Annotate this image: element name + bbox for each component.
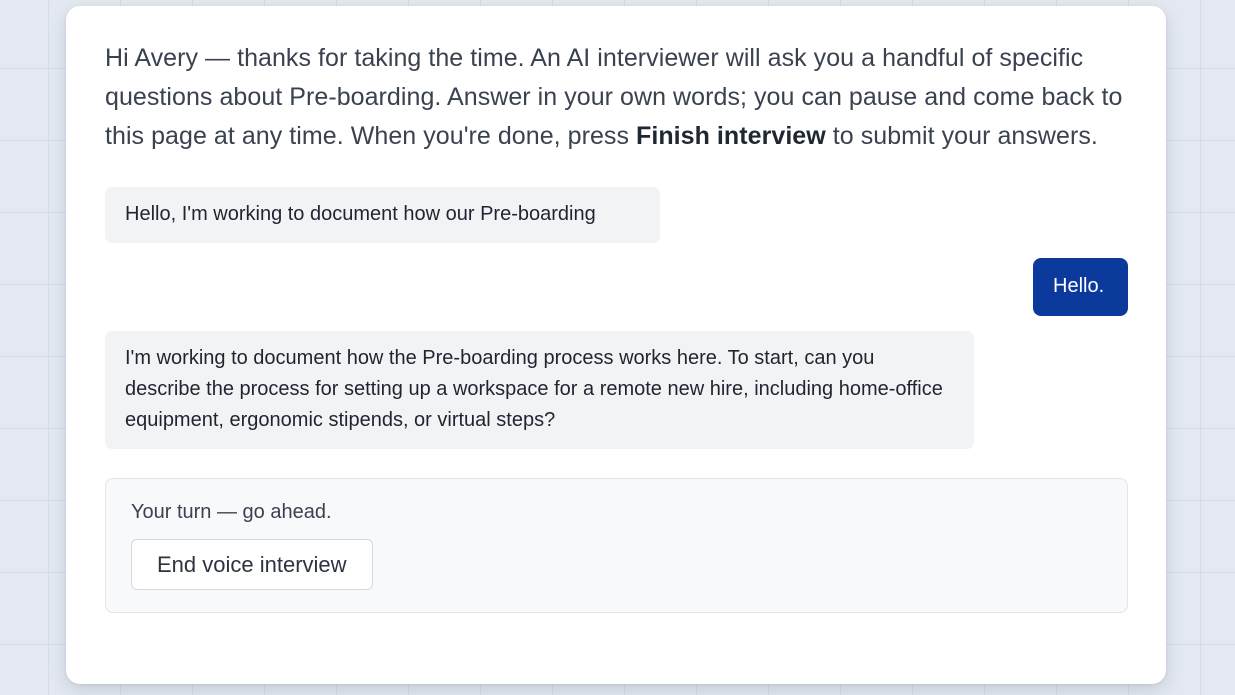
- intro-text-end: to submit your answers.: [825, 122, 1098, 150]
- end-voice-interview-button[interactable]: End voice interview: [131, 539, 373, 590]
- interviewer-message: I'm working to document how the Pre-boar…: [105, 331, 974, 449]
- message-list: Hello, I'm working to document how our P…: [105, 187, 1128, 449]
- interview-card: Hi Avery — thanks for taking the time. A…: [66, 6, 1166, 684]
- turn-panel: Your turn — go ahead. End voice intervie…: [105, 478, 1128, 613]
- finish-interview-emphasis: Finish interview: [636, 122, 826, 150]
- interviewer-message: Hello, I'm working to document how our P…: [105, 187, 660, 243]
- turn-status-text: Your turn — go ahead.: [131, 501, 332, 523]
- intro-text: Hi Avery — thanks for taking the time. A…: [105, 39, 1128, 156]
- respondent-message: Hello.: [1033, 258, 1128, 316]
